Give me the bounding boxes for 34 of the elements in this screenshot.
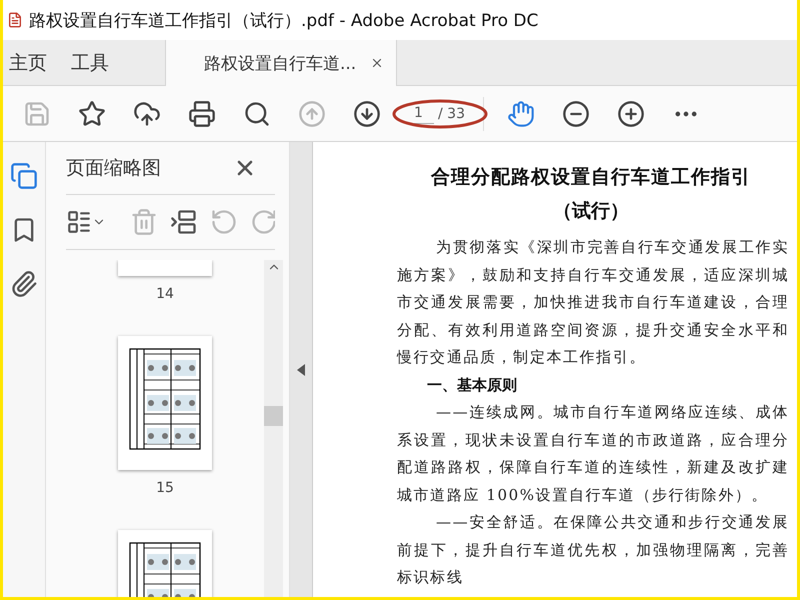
nav-tab[interactable]: 主页 [3,40,65,85]
page-number: 14 [156,286,174,302]
document-tab[interactable]: 路权设置自行车道... [165,40,398,86]
arrow-down-icon[interactable] [352,100,380,128]
pdf-file-icon [7,12,23,28]
paperclip-icon[interactable] [10,270,38,298]
hand-icon[interactable] [507,100,536,128]
printer-icon[interactable] [188,100,216,128]
document-subtitle: （试行） [552,199,630,224]
plus-icon[interactable] [617,100,646,128]
paragraph: ——安全舒适。在保障公共交通和步行交通发展前提下，提升自行车道优先权，加强物理隔离，完善标识标线 [397,512,789,588]
paragraph: ——连续成网。城市自行车道网络应连续、成体系设置，现状未设置自行车道的市政道路，应合理分配道路路权，保障自行车道的连续性，新建及改扩建城市道路应 100%设置自行车道（步行街除外）。 [397,402,789,506]
page-thumbnail[interactable] [118,260,212,276]
cloud-upload-icon[interactable] [132,100,160,128]
panel-title: 页面缩略图 [66,156,161,181]
list-icon[interactable] [66,209,92,235]
search-icon[interactable] [242,100,270,128]
nav-tab[interactable]: 工具 [65,40,127,85]
minus-icon[interactable] [562,100,590,128]
page-number: 15 [156,480,174,496]
pages-icon[interactable] [10,162,38,190]
section-heading: 一、基本原则 [426,374,518,396]
scrollbar[interactable] [264,260,283,597]
collapse-arrow-icon[interactable] [297,364,305,376]
page-total: / 33 [438,106,465,122]
paragraph: 为贯彻落实《深圳市完善自行车交通发展工作实施方案》，鼓励和支持自行车交通发展，适应深圳城市交通发展需要，加快推进我市自行车道建设，合理分配、有效利用道路空间资源，提升交通安全水平和慢行交通品质，制定本工作指引。 [397,237,789,368]
options-menu-button[interactable] [66,209,106,235]
scroll-thumb[interactable] [264,406,283,426]
star-icon[interactable] [78,100,106,128]
page-number-field[interactable]: 1 [414,103,434,124]
page-thumbnail[interactable] [118,336,212,470]
document-title: 合理分配路权设置自行车道工作指引 [430,165,752,190]
insert-page-icon[interactable] [170,208,198,236]
window-title: 路权设置自行车道工作指引（试行）.pdf - Adobe Acrobat Pro DC [29,10,538,32]
